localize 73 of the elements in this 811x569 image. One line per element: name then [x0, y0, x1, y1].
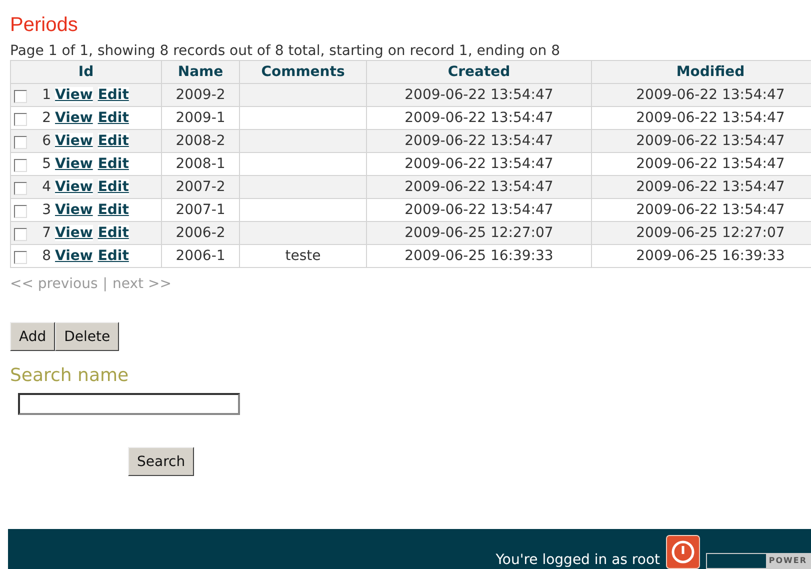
table-cell: 2009-06-22 13:54:47: [592, 152, 811, 176]
table-cell: 2009-06-22 13:54:47: [592, 130, 811, 152]
login-status-text: You're logged in as root: [496, 552, 660, 568]
table-cell: 2009-06-22 13:54:47: [366, 152, 592, 176]
power-icon[interactable]: [666, 535, 700, 569]
table-cell: 2009-1: [162, 106, 240, 130]
table-cell: 2009-06-22 13:54:47: [366, 84, 592, 106]
summary-text: Page 1 of 1, showing 8 records out of 8 total, starting on record 1, ending on 8: [9, 42, 561, 60]
table-cell: 2009-06-22 13:54:47: [592, 176, 811, 198]
row-checkbox[interactable]: [14, 159, 27, 172]
table-cell: 2007-2: [162, 176, 240, 198]
table-cell: 2009-06-22 13:54:47: [366, 130, 592, 152]
id-text: 6: [41, 133, 51, 149]
view-link[interactable]: View: [55, 133, 93, 149]
edit-link[interactable]: Edit: [98, 110, 129, 126]
edit-link[interactable]: Edit: [98, 179, 129, 195]
id-text: 3: [41, 202, 51, 218]
view-link[interactable]: View: [55, 156, 93, 172]
search-field[interactable]: [18, 393, 240, 415]
edit-link[interactable]: Edit: [98, 133, 129, 149]
table-cell: 2009-06-22 13:54:47: [366, 106, 592, 130]
edit-link[interactable]: Edit: [98, 202, 129, 218]
table-cell: 2009-06-22 13:54:47: [592, 106, 811, 130]
id-text: 7: [41, 225, 51, 241]
view-link[interactable]: View: [55, 225, 93, 241]
table-cell: 2009-06-25 12:27:07: [592, 222, 811, 244]
edit-link[interactable]: Edit: [98, 87, 129, 103]
add-button[interactable]: Add: [10, 322, 56, 351]
id-text: 8: [41, 248, 51, 264]
power-badge: POWER: [706, 553, 811, 569]
table-cell: 2006-1: [162, 244, 240, 268]
column-header[interactable]: Created: [366, 60, 592, 84]
id-text: 5: [41, 156, 51, 172]
id-text: 4: [41, 179, 51, 195]
table-cell: 2009-06-22 13:54:47: [366, 198, 592, 222]
id-text: 2: [41, 110, 51, 126]
table-cell: 2009-06-25 12:27:07: [366, 222, 592, 244]
view-link[interactable]: View: [55, 179, 93, 195]
page-title: Periods: [9, 13, 79, 38]
row-checkbox[interactable]: [14, 136, 27, 149]
separator-text: |: [102, 276, 108, 292]
edit-link[interactable]: Edit: [98, 225, 129, 241]
table-cell: teste: [240, 244, 366, 268]
row-checkbox[interactable]: [14, 251, 27, 264]
table-cell: 2008-2: [162, 130, 240, 152]
table-cell: 2006-2: [162, 222, 240, 244]
edit-link[interactable]: Edit: [98, 156, 129, 172]
table-cell: 2009-06-25 16:39:33: [366, 244, 592, 268]
row-checkbox[interactable]: [14, 90, 27, 103]
search-label: Search name: [9, 364, 130, 386]
edit-link[interactable]: Edit: [98, 248, 129, 264]
view-link[interactable]: View: [55, 87, 93, 103]
table-cell: 2009-06-22 13:54:47: [592, 84, 811, 106]
row-checkbox[interactable]: [14, 182, 27, 195]
table-cell: 2009-06-22 13:54:47: [592, 198, 811, 222]
table-cell: 2007-1: [162, 198, 240, 222]
table-cell: 2008-1: [162, 152, 240, 176]
view-link[interactable]: View: [55, 248, 93, 264]
row-checkbox[interactable]: [14, 228, 27, 241]
column-header[interactable]: Name: [162, 60, 240, 84]
row-checkbox[interactable]: [14, 205, 27, 218]
table-cell: 2009-2: [162, 84, 240, 106]
delete-button[interactable]: Delete: [55, 322, 120, 351]
table-cell: 2009-06-25 16:39:33: [592, 244, 811, 268]
column-header[interactable]: Id: [10, 60, 162, 84]
column-header[interactable]: Comments: [240, 60, 366, 84]
view-link[interactable]: View: [55, 202, 93, 218]
table-cell: 2009-06-22 13:54:47: [366, 176, 592, 198]
row-checkbox[interactable]: [14, 113, 27, 126]
id-text: 1: [41, 87, 51, 103]
view-link[interactable]: View: [55, 110, 93, 126]
search-button[interactable]: Search: [128, 447, 194, 476]
column-header[interactable]: Modified: [592, 60, 811, 84]
